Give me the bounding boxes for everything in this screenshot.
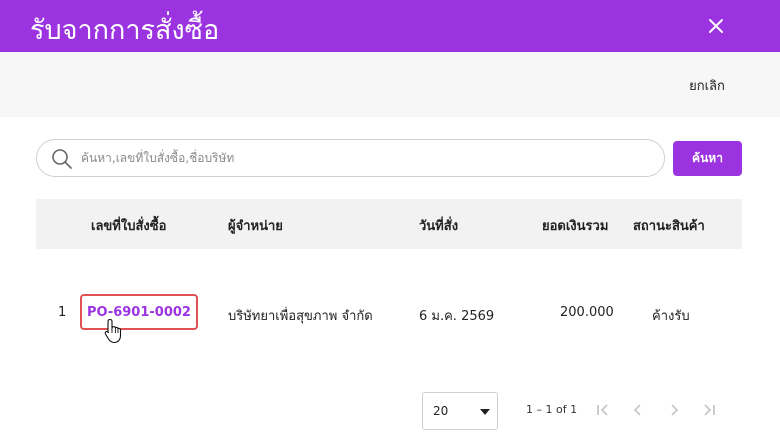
row-total: 200.000 <box>560 305 614 320</box>
search-input[interactable] <box>81 141 651 175</box>
table-row[interactable]: 1 PO-6901-0002 บริษัทยาเพื่อสุขภาพ จำกัด… <box>36 292 742 336</box>
column-header-total: ยอดเงินรวม <box>542 219 609 234</box>
hand-pointer-icon <box>104 318 122 344</box>
action-bar: ยกเลิก <box>0 52 780 117</box>
previous-page-button[interactable] <box>626 398 650 422</box>
previous-page-icon <box>633 404 641 416</box>
column-header-status: สถานะสินค้า <box>633 219 705 234</box>
column-header-supplier: ผู้จำหน่าย <box>228 219 283 234</box>
row-status: ค้างรับ <box>652 309 690 324</box>
cancel-button[interactable]: ยกเลิก <box>674 72 740 98</box>
page-size-select[interactable]: 20 <box>422 392 498 430</box>
next-page-button[interactable] <box>662 398 686 422</box>
last-page-button[interactable] <box>697 398 721 422</box>
close-icon <box>709 19 723 33</box>
pagination-range: 1 – 1 of 1 <box>526 403 578 416</box>
row-supplier: บริษัทยาเพื่อสุขภาพ จำกัด <box>228 309 373 324</box>
first-page-button[interactable] <box>591 398 615 422</box>
search-button[interactable]: ค้นหา <box>673 141 742 176</box>
last-page-icon <box>704 404 715 416</box>
column-header-order-date: วันที่สั่ง <box>419 219 459 234</box>
search-box <box>36 139 665 177</box>
row-index: 1 <box>58 305 67 320</box>
close-button[interactable] <box>700 10 732 42</box>
table-header: เลขที่ใบสั่งซื้อ ผู้จำหน่าย วันที่สั่ง ย… <box>36 199 742 249</box>
po-number-link[interactable]: PO-6901-0002 <box>80 294 198 330</box>
search-icon <box>52 149 72 169</box>
row-order-date: 6 ม.ค. 2569 <box>419 309 495 324</box>
page-size-value: 20 <box>433 404 449 418</box>
column-header-po-number: เลขที่ใบสั่งซื้อ <box>91 219 167 234</box>
purchase-receive-dialog: รับจากการสั่งซื้อ ยกเลิก ค้นหา เลขที่ใบส… <box>0 0 780 444</box>
dialog-title: รับจากการสั่งซื้อ <box>30 15 220 46</box>
next-page-icon <box>671 404 679 416</box>
dropdown-arrow-icon <box>480 409 490 415</box>
first-page-icon <box>597 404 608 416</box>
dialog-header: รับจากการสั่งซื้อ <box>0 0 780 52</box>
